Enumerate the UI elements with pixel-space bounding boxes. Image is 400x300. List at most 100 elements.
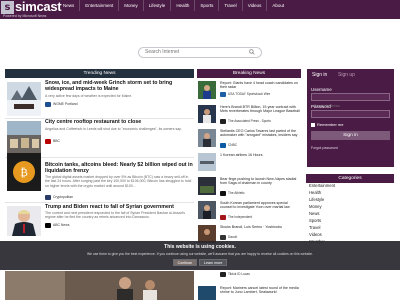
nav-about[interactable]: About — [267, 0, 289, 19]
breaking-item-source: The Athletic — [220, 190, 245, 196]
nav-sports[interactable]: Sports — [195, 0, 218, 19]
cookie-banner: This website is using cookies. We use th… — [0, 241, 400, 270]
nav-money[interactable]: Money — [119, 0, 143, 19]
trending-item-source: BBC — [45, 138, 60, 144]
trending-item-desc: The current and next president responded… — [45, 211, 185, 220]
breaking-item[interactable]: Bear finge pushing to launch New-Vapes s… — [197, 176, 301, 198]
breaking-item-title[interactable]: 1 Korean airlines 16 Hours — [220, 153, 301, 157]
username-field-wrapper — [311, 93, 390, 109]
trending-item-desc: The global digital assets market dropped… — [45, 175, 192, 188]
tab-sign-up[interactable]: Sign up — [338, 72, 355, 78]
breaking-item-title[interactable]: Bear finge pushing to launch New-Vapes s… — [220, 177, 301, 186]
source-logo-icon — [45, 222, 51, 228]
source-logo-icon — [220, 142, 226, 148]
trending-item-source: Cryptopolitan — [45, 194, 73, 200]
breaking-item-title[interactable]: Here's Brandi BTR Billion, 19-year contr… — [220, 105, 301, 114]
trending-news-header: Trending News — [5, 69, 194, 78]
trending-item[interactable]: Trump and Biden react to fall of Syrian … — [5, 204, 194, 238]
breaking-item-title[interactable]: Stocks Brandi, Luis Serino · Yoshinobu — [220, 225, 301, 229]
breaking-item-title[interactable]: South Korean parliament approves special… — [220, 201, 301, 210]
source-name: CNBC — [228, 142, 238, 147]
category-money[interactable]: Money — [309, 204, 322, 209]
divider — [5, 202, 194, 203]
breaking-item[interactable]: South Korean parliament approves special… — [197, 200, 301, 222]
football-photo — [198, 81, 216, 99]
category-travel[interactable]: Travel — [309, 225, 320, 230]
category-videos[interactable]: Videos — [309, 232, 322, 237]
cookie-learn-more-button[interactable]: Learn more — [199, 259, 228, 266]
source-name: ABC News — [53, 222, 70, 227]
source-name: Dacoit — [228, 234, 238, 239]
trending-item[interactable]: ₿ Bitcoin tanks, altcoins bleed: Nearly … — [5, 150, 194, 202]
breaking-item[interactable]: Report: Giants have 4 head coach candida… — [197, 80, 301, 102]
source-name: Cryptopolitan — [53, 194, 73, 199]
nav-travel[interactable]: Travel — [219, 0, 241, 19]
mariners-photo — [198, 286, 216, 300]
breaking-item[interactable]: Report: Mariners cancel latest round of … — [197, 285, 301, 300]
source-name: USA TODAY Sportsbook Wire — [228, 91, 271, 96]
nav-health[interactable]: Health — [171, 0, 194, 19]
source-logo-icon — [45, 194, 51, 200]
cookie-continue-button[interactable]: Continue — [172, 259, 197, 266]
login-panel: Sign in Sign up Username Password Rememb… — [307, 69, 394, 167]
breaking-item-source: The Independent — [220, 214, 252, 220]
breaking-item[interactable]: Here's Brandi BTR Billion, 19-year contr… — [197, 104, 301, 126]
trending-item-source: ABC News — [45, 222, 69, 228]
breaking-item-title[interactable]: Report: Mariners cancel latest round of … — [220, 286, 301, 295]
cookie-text: We use them to give you the best experie… — [87, 252, 313, 256]
remember-me-checkbox[interactable] — [311, 122, 315, 127]
trending-item-title[interactable]: Trump and Biden react to fall of Syrian … — [45, 204, 194, 210]
category-entertainment[interactable]: Entertainment — [309, 183, 335, 188]
source-logo-icon — [45, 138, 51, 144]
breaking-item-source: CNBC — [220, 142, 237, 148]
trending-item-title[interactable]: Bitcoin tanks, altcoins bleed: Nearly $2… — [45, 162, 194, 175]
search-input[interactable] — [145, 48, 245, 57]
trending-item-title[interactable]: Snow, ice, and mid-week Grinch storm set… — [45, 80, 194, 93]
nav-lifestyle[interactable]: Lifestyle — [144, 0, 171, 19]
nav-news[interactable]: News — [58, 0, 79, 19]
category-news[interactable]: News — [309, 211, 319, 216]
trending-item-desc: Angelica and Coffeehub in Leeds will shu… — [45, 127, 182, 131]
category-health[interactable]: Health — [309, 190, 321, 195]
breaking-item[interactable]: 1 Korean airlines 16 Hours — [197, 152, 301, 174]
top-navigation-bar: s simcast Powered by Microsoft News News… — [0, 0, 400, 19]
bitcoin-photo: ₿ — [7, 153, 41, 191]
sign-in-button[interactable]: Sign in — [311, 131, 390, 140]
trending-item-desc: A very active few days of weather is exp… — [45, 94, 133, 98]
logo-tagline: Powered by Microsoft News — [3, 14, 47, 18]
source-name: The Athletic — [228, 190, 245, 195]
password-field-wrapper — [311, 110, 390, 126]
category-sports[interactable]: Sports — [309, 218, 321, 223]
source-logo-icon — [220, 118, 226, 124]
remember-me[interactable]: Remember me — [311, 122, 343, 127]
search-box — [138, 47, 262, 58]
source-logo-icon — [45, 101, 51, 107]
source-name: The Independent — [228, 214, 253, 219]
cookie-title: This website is using cookies. — [164, 244, 236, 250]
breaking-item-title[interactable]: Stellantis CEO Carlos Tavares last parte… — [220, 129, 301, 138]
ceo-photo — [198, 129, 216, 147]
bottom-news-photo[interactable] — [5, 271, 194, 300]
breaking-item-source: Dacoit — [220, 234, 237, 240]
svg-text:₿: ₿ — [20, 166, 28, 179]
trending-item-title[interactable]: City centre rooftop restaurant to close — [45, 119, 194, 125]
nav-entertainment[interactable]: Entertainment — [80, 0, 118, 19]
tab-sign-in[interactable]: Sign in — [312, 72, 327, 78]
login-tabs: Sign in Sign up — [307, 69, 394, 82]
source-logo-icon — [220, 91, 226, 97]
site-logo[interactable]: s simcast Powered by Microsoft News — [1, 0, 62, 18]
forgot-password-link[interactable]: Forgot password — [311, 146, 338, 150]
breaking-item-source: The Associated Press - Sports — [220, 118, 271, 124]
password-label: Password — [311, 104, 331, 109]
search-icon[interactable] — [249, 49, 255, 55]
breaking-item[interactable]: Tiktok ID Lucas — [197, 271, 301, 283]
breaking-item-title[interactable]: Report: Giants have 4 head coach candida… — [220, 81, 301, 90]
nav-videos[interactable]: Videos — [243, 0, 267, 19]
main-nav: News Entertainment Money Lifestyle Healt… — [58, 0, 289, 19]
category-lifestyle[interactable]: Lifestyle — [309, 197, 324, 202]
breaking-item[interactable]: Stellantis CEO Carlos Tavares last parte… — [197, 128, 301, 150]
trending-item[interactable]: Snow, ice, and mid-week Grinch storm set… — [5, 80, 194, 118]
source-name: WGME Portland — [53, 101, 78, 106]
source-name: Tiktok ID Lucas — [228, 271, 250, 276]
cookie-buttons: Continue Learn more — [0, 259, 400, 266]
